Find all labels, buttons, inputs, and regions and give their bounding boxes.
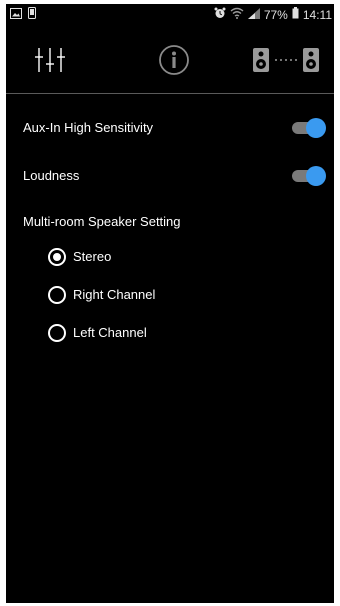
- tab-info[interactable]: [156, 44, 192, 80]
- radio-label-stereo: Stereo: [73, 249, 112, 264]
- signal-icon: [247, 7, 260, 22]
- loudness-label: Loudness: [23, 168, 80, 183]
- aux-in-toggle[interactable]: [292, 117, 326, 139]
- radio-label-left-channel: Left Channel: [73, 325, 147, 340]
- status-bar: 77% 14:11: [6, 4, 334, 26]
- tab-speakers[interactable]: [250, 44, 322, 80]
- top-tab-bar: [6, 34, 334, 90]
- alarm-icon: [214, 7, 226, 22]
- setting-aux-in-high-sensitivity[interactable]: Aux-In High Sensitivity: [6, 113, 334, 143]
- loudness-toggle[interactable]: [292, 165, 326, 187]
- phone-device-icon: [28, 7, 36, 22]
- toggle-thumb: [306, 118, 326, 138]
- aux-in-label: Aux-In High Sensitivity: [23, 120, 154, 135]
- radio-stereo[interactable]: Stereo: [46, 244, 306, 270]
- radio-left-channel[interactable]: Left Channel: [46, 320, 306, 346]
- radio-label-right-channel: Right Channel: [73, 287, 156, 302]
- radio-dot: [53, 253, 61, 261]
- radio-button-selected[interactable]: [48, 248, 66, 266]
- clock: 14:11: [302, 7, 332, 22]
- battery-percent: 77%: [263, 7, 288, 22]
- battery-icon: [292, 7, 299, 22]
- info-icon: [158, 44, 190, 81]
- app-screen: 77% 14:11 Aux-In High Sensitivity Loudne…: [6, 4, 334, 603]
- radio-button[interactable]: [48, 286, 66, 304]
- toggle-thumb: [306, 166, 326, 186]
- setting-loudness[interactable]: Loudness: [6, 161, 334, 191]
- equalizer-icon: [33, 45, 67, 80]
- radio-button[interactable]: [48, 324, 66, 342]
- toolbar-divider: [6, 93, 334, 94]
- radio-right-channel[interactable]: Right Channel: [46, 282, 306, 308]
- wifi-icon: [230, 7, 244, 22]
- tab-equalizer[interactable]: [30, 44, 70, 80]
- speaker-pair-icon: [251, 45, 321, 80]
- multiroom-section-label: Multi-room Speaker Setting: [23, 214, 181, 229]
- gallery-icon: [10, 7, 22, 22]
